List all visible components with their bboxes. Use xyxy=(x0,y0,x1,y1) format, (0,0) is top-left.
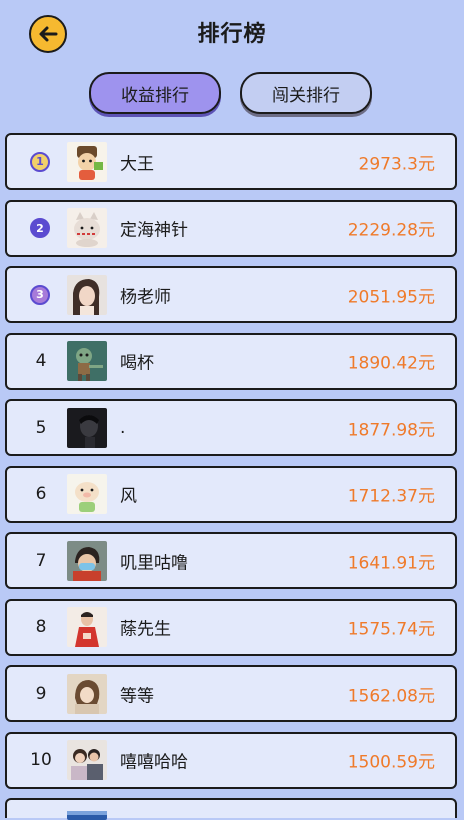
masked-person-avatar xyxy=(67,540,107,581)
cartoon-character-avatar xyxy=(67,141,107,182)
blurred-portrait-avatar xyxy=(67,673,107,714)
ranking-row[interactable]: 6 风 1712.37元 xyxy=(5,465,457,523)
ranking-row[interactable]: 1 大王 2973.3元 xyxy=(5,133,457,190)
earnings-amount: 1500.59元 xyxy=(347,752,435,773)
earnings-amount: 1890.42元 xyxy=(347,353,435,374)
earnings-amount: 1562.08元 xyxy=(347,686,435,706)
tab-level-ranking[interactable]: 闯关排行 xyxy=(240,72,372,114)
bronze-medal-icon: 3 xyxy=(30,284,50,305)
rank-number: 8 xyxy=(35,617,47,637)
user-name: 大王 xyxy=(120,154,154,174)
user-name: 嘻嘻哈哈 xyxy=(120,752,188,773)
rank-number: 9 xyxy=(35,683,47,704)
rank-number: 10 xyxy=(30,750,52,770)
cartoon-cat-avatar xyxy=(67,208,107,248)
header: 排行榜 xyxy=(0,0,464,64)
ranking-row[interactable]: 7 叽里咕噜 1641.91元 xyxy=(5,532,457,589)
red-outfit-avatar xyxy=(67,607,107,647)
user-name: 等等 xyxy=(120,686,154,706)
earnings-amount: 1641.91元 xyxy=(347,553,435,573)
cartoon-zombie-avatar xyxy=(67,341,107,381)
user-name: 杨老师 xyxy=(120,287,171,307)
gold-medal-icon: 1 xyxy=(30,151,50,172)
earnings-amount: 1877.98元 xyxy=(347,420,435,440)
user-name: . xyxy=(120,417,126,438)
dark-portrait-avatar xyxy=(67,407,107,448)
ranking-row[interactable]: 2 定海神针 2229.28元 xyxy=(5,199,457,257)
partial-avatar xyxy=(67,808,107,820)
tab-earnings-ranking[interactable]: 收益排行 xyxy=(89,72,221,114)
ranking-list: 1 大王 2973.3元 2 定海神针 2229.28元 3 杨老师 2051.… xyxy=(5,133,457,820)
ranking-row[interactable]: 8 蒢先生 1575.74元 xyxy=(5,598,457,656)
earnings-amount: 2051.95元 xyxy=(347,287,435,307)
cartoon-pig-avatar xyxy=(67,474,107,514)
rank-number: 5 xyxy=(35,417,47,438)
rank-number: 7 xyxy=(35,550,47,571)
ranking-row[interactable]: 5 . 1877.98元 xyxy=(5,399,457,456)
rank-number: 4 xyxy=(35,351,47,371)
ranking-row[interactable]: 9 等等 1562.08元 xyxy=(5,665,457,722)
silver-medal-icon: 2 xyxy=(30,218,50,238)
ranking-row[interactable]: 10 嘻嘻哈哈 1500.59元 xyxy=(5,731,457,789)
ranking-row[interactable]: 4 喝杯 1890.42元 xyxy=(5,332,457,390)
user-name: 喝杯 xyxy=(120,353,154,374)
tab-bar: 收益排行 闯关排行 xyxy=(0,72,464,116)
couple-photo-avatar xyxy=(67,740,107,780)
rank-number: 6 xyxy=(35,484,47,504)
earnings-amount: 2973.3元 xyxy=(358,154,435,174)
user-name: 定海神针 xyxy=(120,220,188,241)
page-title: 排行榜 xyxy=(197,22,267,47)
ranking-row-partial[interactable] xyxy=(5,798,457,820)
portrait-photo-avatar xyxy=(67,274,107,315)
ranking-row[interactable]: 3 杨老师 2051.95元 xyxy=(5,266,457,323)
user-name: 风 xyxy=(120,486,137,507)
user-name: 蒢先生 xyxy=(120,619,171,640)
earnings-amount: 1712.37元 xyxy=(347,486,435,507)
earnings-amount: 1575.74元 xyxy=(347,619,435,640)
earnings-amount: 2229.28元 xyxy=(347,220,435,241)
user-name: 叽里咕噜 xyxy=(120,553,188,573)
